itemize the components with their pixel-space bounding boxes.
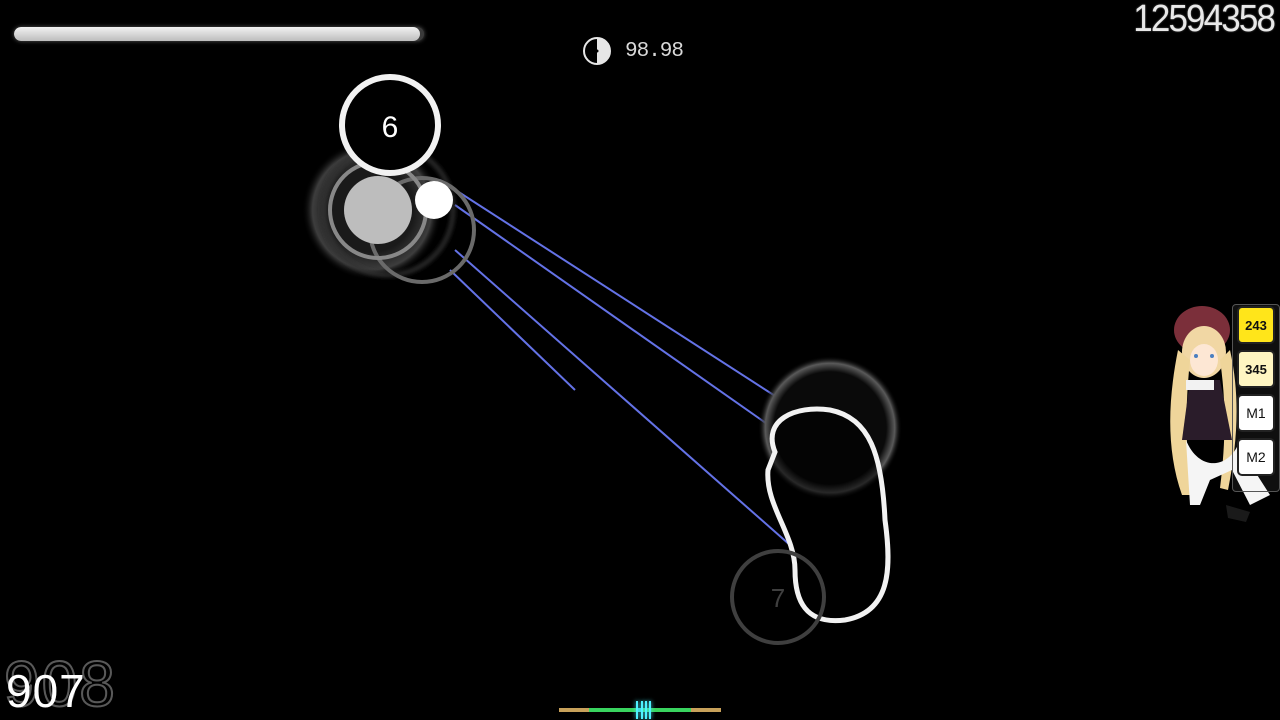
hit-error-great-left xyxy=(589,708,637,712)
key-k1: 243 xyxy=(1237,306,1275,344)
key-overlay: 243 345 M1 M2 xyxy=(1234,306,1278,476)
hit-error-mark xyxy=(636,701,638,719)
hit-error-ok-left xyxy=(559,708,589,712)
follow-lines xyxy=(439,179,801,546)
hit-circle-number-faded: 7 xyxy=(771,583,785,613)
playfield[interactable]: 6 7 xyxy=(0,0,1280,720)
hit-error-mark xyxy=(641,701,643,719)
hit-error-bar xyxy=(559,701,721,719)
key-m1: M1 xyxy=(1237,394,1275,432)
combo-counter: 907 xyxy=(6,665,86,717)
slider-body[interactable] xyxy=(765,406,891,624)
hit-error-mark xyxy=(645,701,647,719)
cursor xyxy=(415,181,453,219)
key-k2: 345 xyxy=(1237,350,1275,388)
game-stage[interactable]: 12594358 98.98 6 7 243 345 M1 M2 908 907 xyxy=(0,0,1280,720)
follow-line xyxy=(454,249,791,546)
hit-error-ok-right xyxy=(691,708,721,712)
hit-error-mark xyxy=(649,701,651,719)
follow-line xyxy=(439,179,801,413)
hit-error-marks xyxy=(636,701,652,719)
hit-circle-number: 6 xyxy=(382,111,399,144)
follow-line xyxy=(449,269,576,391)
hit-circle-fade-core xyxy=(344,176,412,244)
key-m2: M2 xyxy=(1237,438,1275,476)
